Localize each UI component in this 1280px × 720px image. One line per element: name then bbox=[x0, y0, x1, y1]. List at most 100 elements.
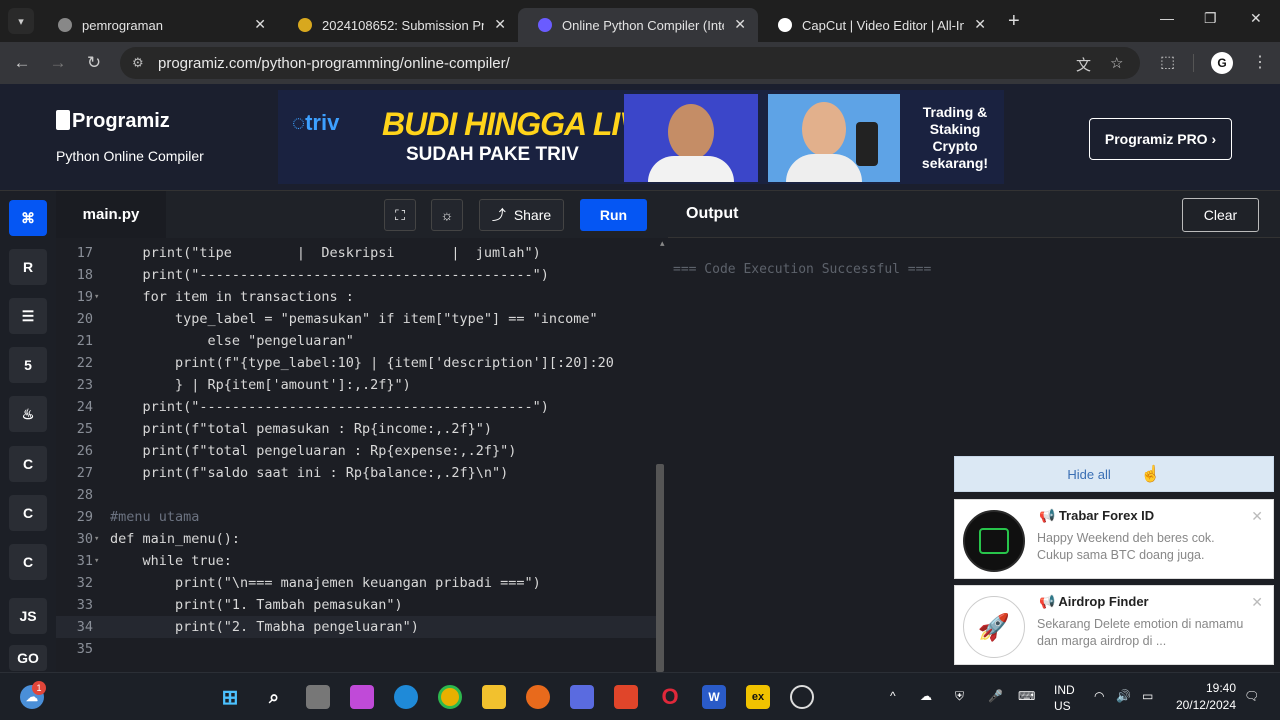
notification-airdrop[interactable]: 🚀 📢 Airdrop Finder Sekarang Delete emoti… bbox=[954, 585, 1274, 665]
r-icon[interactable]: R bbox=[9, 249, 47, 285]
file-explorer-icon[interactable] bbox=[482, 685, 506, 709]
python-icon[interactable]: ⌘ bbox=[9, 200, 47, 236]
battery-icon[interactable]: ▭ bbox=[1142, 689, 1153, 703]
clock[interactable]: 19:40 20/12/2024 bbox=[1172, 681, 1236, 712]
browser-tab[interactable]: Online Python Compiler (Interp ✕ bbox=[518, 8, 758, 42]
wifi-icon[interactable]: ◠ bbox=[1094, 689, 1104, 703]
sql-icon[interactable]: ☰ bbox=[9, 298, 47, 334]
address-bar[interactable]: ⚙ programiz.com/python-programming/onlin… bbox=[120, 47, 1140, 79]
excel-ex-icon[interactable]: ex bbox=[746, 685, 770, 709]
firefox-icon[interactable] bbox=[526, 685, 550, 709]
code-line[interactable]: 20 type_label = "pemasukan" if item["typ… bbox=[56, 308, 656, 330]
java-icon[interactable]: ♨ bbox=[9, 396, 47, 432]
brave-icon[interactable] bbox=[614, 685, 638, 709]
code-line[interactable]: 22 print(f"{type_label:10} | {item['desc… bbox=[56, 352, 656, 374]
ad-brand: ◌triv bbox=[292, 110, 340, 135]
reload-icon[interactable]: ↻ bbox=[76, 53, 112, 73]
hide-all-notifications-button[interactable]: Hide all ☝ bbox=[954, 456, 1274, 492]
code-line[interactable]: 27 print(f"saldo saat ini : Rp{balance:,… bbox=[56, 462, 656, 484]
html-icon[interactable]: 5 bbox=[9, 347, 47, 383]
browser-tab[interactable]: pemrograman ✕ bbox=[38, 8, 278, 42]
code-line[interactable]: 32 print("\n=== manajemen keuangan priba… bbox=[56, 572, 656, 594]
code-line[interactable]: 28 bbox=[56, 484, 656, 506]
microphone-icon[interactable]: 🎤 bbox=[988, 689, 1003, 703]
lang-top: IND bbox=[1054, 683, 1075, 697]
keyboard-icon[interactable]: ⌨ bbox=[1018, 689, 1035, 703]
profile-avatar[interactable]: G bbox=[1211, 52, 1233, 74]
code-line[interactable]: 21 else "pengeluaran" bbox=[56, 330, 656, 352]
theme-toggle-icon[interactable]: ☼ bbox=[431, 199, 463, 231]
notification-trabar[interactable]: 📢 Trabar Forex ID Happy Weekend deh bere… bbox=[954, 499, 1274, 579]
copilot-icon[interactable] bbox=[350, 685, 374, 709]
onedrive-icon[interactable]: ☁ bbox=[920, 689, 932, 703]
js-icon[interactable]: JS bbox=[9, 598, 47, 634]
browser-menu-icon[interactable]: ⋮ bbox=[1252, 52, 1268, 72]
back-icon[interactable]: ← bbox=[4, 53, 40, 73]
go-icon[interactable]: GO bbox=[9, 645, 47, 671]
code-editor[interactable]: 17 print("tipe | Deskripsi | jumlah") 18 … bbox=[56, 238, 668, 672]
code-line[interactable]: 31 ▾ while true: bbox=[56, 550, 656, 572]
ad-banner[interactable]: ◌triv BUDI HINGGA LIVY SUDAH PAKE TRIV T… bbox=[278, 90, 1004, 184]
edge-icon[interactable] bbox=[394, 685, 418, 709]
editor-scrollbar[interactable] bbox=[656, 464, 664, 672]
cpp-icon[interactable]: C bbox=[9, 495, 47, 531]
input-language[interactable]: IND US bbox=[1054, 683, 1075, 713]
notification-center-icon[interactable]: 🗨 bbox=[1244, 689, 1259, 703]
start-icon[interactable]: ⊞ bbox=[218, 685, 242, 709]
tray-overflow-icon[interactable]: ^ bbox=[890, 689, 896, 703]
extensions-icon[interactable]: ⬚ bbox=[1160, 52, 1175, 72]
opera-icon[interactable]: O bbox=[658, 684, 682, 709]
browser-tab[interactable]: CapCut | Video Editor | All-In-O ✕ bbox=[758, 8, 998, 42]
file-tab-main-py[interactable]: main.py bbox=[56, 191, 166, 238]
code-line[interactable]: 25 print(f"total pemasukan : Rp{income:,… bbox=[56, 418, 656, 440]
code-line[interactable]: 19 ▾ for item in transactions : bbox=[56, 286, 656, 308]
close-tab-icon[interactable]: ✕ bbox=[734, 16, 746, 33]
share-button[interactable]: ⤴ Share bbox=[479, 199, 564, 231]
code-line[interactable]: 23 } | Rp{item['amount']:,.2f}") bbox=[56, 374, 656, 396]
forward-icon[interactable]: → bbox=[40, 53, 76, 73]
fullscreen-icon[interactable]: ⛶ bbox=[384, 199, 416, 231]
fold-toggle-icon[interactable]: ▾ bbox=[94, 550, 99, 572]
volume-icon[interactable]: 🔊 bbox=[1116, 689, 1131, 703]
code-line[interactable]: 17 print("tipe | Deskripsi | jumlah") bbox=[56, 242, 656, 264]
minimize-icon[interactable]: — bbox=[1160, 10, 1174, 26]
new-tab-button[interactable]: + bbox=[1008, 10, 1020, 33]
close-tab-icon[interactable]: ✕ bbox=[494, 16, 506, 33]
site-settings-icon[interactable]: ⚙ bbox=[132, 55, 144, 71]
word-icon[interactable]: W bbox=[702, 685, 726, 709]
clear-button[interactable]: Clear bbox=[1182, 198, 1259, 232]
code-text: for item in transactions : bbox=[110, 289, 354, 305]
tab-search-button[interactable]: ▾ bbox=[8, 8, 34, 34]
fold-toggle-icon[interactable]: ▾ bbox=[94, 528, 99, 550]
close-window-icon[interactable]: ✕ bbox=[1250, 10, 1262, 27]
defender-icon[interactable]: ⛨ bbox=[955, 689, 964, 704]
programiz-pro-button[interactable]: Programiz PRO › bbox=[1089, 118, 1232, 160]
code-line[interactable]: 29 #menu utama bbox=[56, 506, 656, 528]
search-icon[interactable]: ⌕ bbox=[262, 685, 286, 709]
translate-icon[interactable]: 文 bbox=[1076, 54, 1091, 75]
code-line[interactable]: 34 print("2. Tmabha pengeluaran") bbox=[56, 616, 656, 638]
close-tab-icon[interactable]: ✕ bbox=[974, 16, 986, 33]
scroll-up-icon[interactable]: ▴ bbox=[660, 238, 665, 249]
code-line[interactable]: 30 ▾ def main_menu(): bbox=[56, 528, 656, 550]
close-notification-icon[interactable]: ✕ bbox=[1251, 508, 1263, 525]
programiz-logo[interactable]: Programiz bbox=[56, 110, 170, 133]
close-tab-icon[interactable]: ✕ bbox=[254, 16, 266, 33]
code-line[interactable]: 35 bbox=[56, 638, 656, 660]
chrome-icon[interactable] bbox=[438, 685, 462, 709]
task-view-icon[interactable] bbox=[306, 685, 330, 709]
run-button[interactable]: Run bbox=[580, 199, 647, 231]
code-line[interactable]: 24 print("------------------------------… bbox=[56, 396, 656, 418]
c-icon[interactable]: C bbox=[9, 446, 47, 482]
code-line[interactable]: 18 print("------------------------------… bbox=[56, 264, 656, 286]
bookmark-star-icon[interactable]: ☆ bbox=[1110, 54, 1123, 72]
close-notification-icon[interactable]: ✕ bbox=[1251, 594, 1263, 611]
browser-tab[interactable]: 2024108652: Submission Proje ✕ bbox=[278, 8, 518, 42]
microsoft-store-icon[interactable] bbox=[570, 685, 594, 709]
obs-icon[interactable] bbox=[790, 685, 814, 709]
fold-toggle-icon[interactable]: ▾ bbox=[94, 286, 99, 308]
restore-icon[interactable]: ❐ bbox=[1204, 10, 1217, 27]
code-line[interactable]: 33 print("1. Tambah pemasukan") bbox=[56, 594, 656, 616]
code-line[interactable]: 26 print(f"total pengeluaran : Rp{expens… bbox=[56, 440, 656, 462]
csharp-icon[interactable]: C bbox=[9, 544, 47, 580]
